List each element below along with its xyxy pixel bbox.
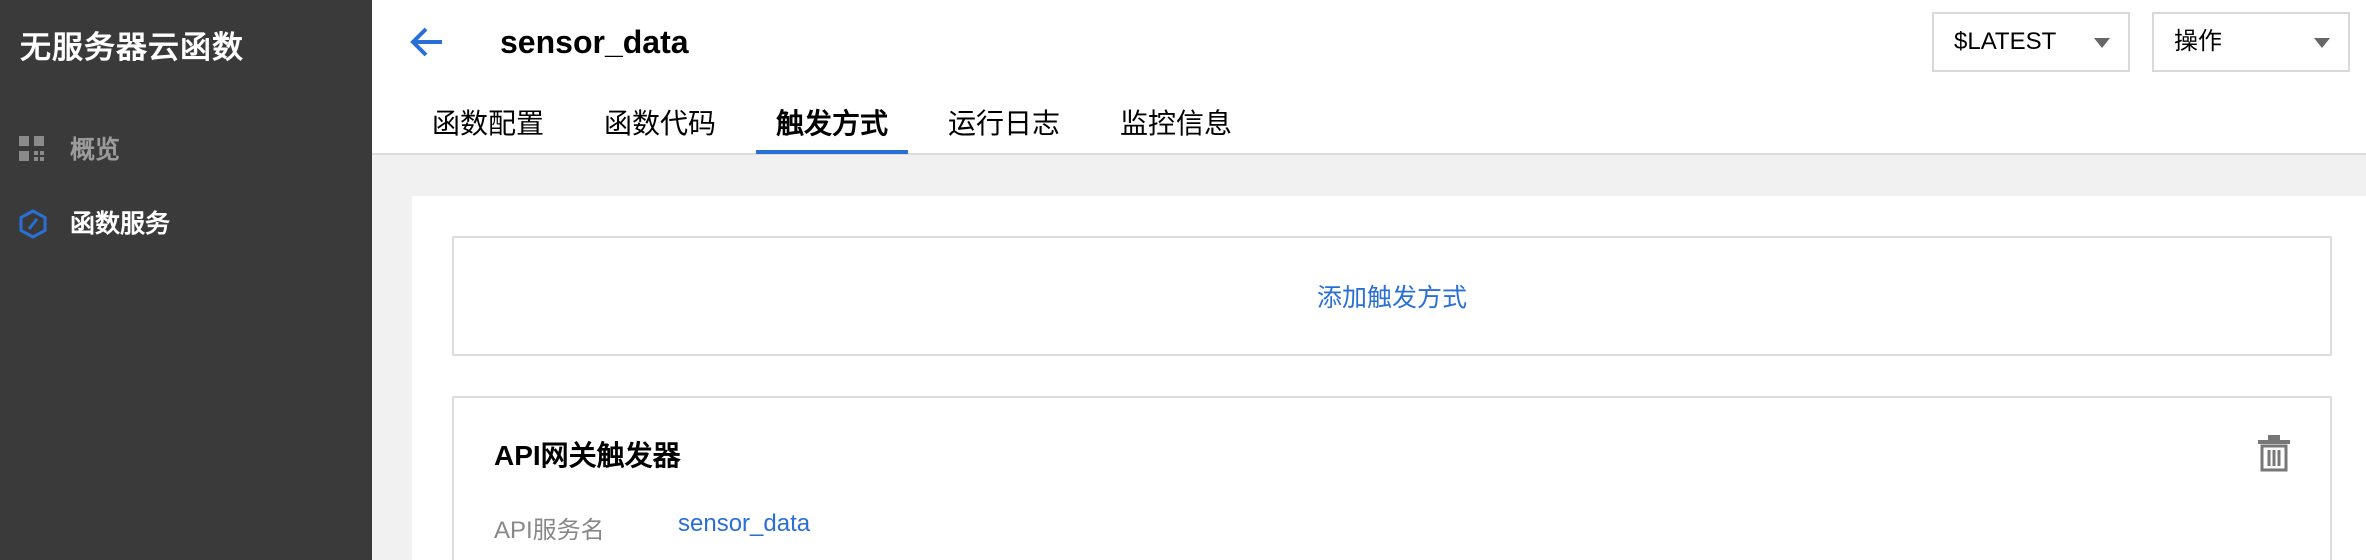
sidebar-item-function-service[interactable]: 函数服务	[0, 192, 372, 252]
grid-icon	[18, 135, 46, 163]
sidebar-item-label: 函数服务	[70, 210, 171, 238]
page-header: sensor_data $LATEST 操作 函数配置 函数代码 触发方式 运行…	[372, 0, 2366, 155]
function-hexagon-icon	[18, 209, 47, 239]
back-arrow-icon[interactable]	[408, 22, 448, 62]
trigger-title: API网关触发器	[494, 440, 681, 471]
add-trigger-link[interactable]: 添加触发方式	[1317, 278, 1467, 314]
page-title: sensor_data	[500, 24, 689, 60]
action-select-value: 操作	[2174, 28, 2222, 55]
api-service-name-link[interactable]: sensor_data	[678, 510, 810, 538]
tab-function-code[interactable]: 函数代码	[604, 102, 716, 160]
tab-run-log[interactable]: 运行日志	[948, 102, 1060, 160]
version-select-value: $LATEST	[1954, 28, 2057, 55]
trash-icon[interactable]	[2256, 434, 2292, 472]
trigger-card: API网关触发器 API服务名 sensor_data	[452, 396, 2332, 560]
active-tab-indicator	[756, 150, 908, 154]
app-title: 无服务器云函数	[20, 30, 244, 65]
caret-down-icon	[2314, 38, 2330, 48]
sidebar-item-overview[interactable]: 概览	[0, 118, 372, 178]
action-select[interactable]: 操作	[2152, 12, 2350, 72]
sidebar: 无服务器云函数 概览 函数服务	[0, 0, 372, 560]
caret-down-icon	[2094, 38, 2110, 48]
sidebar-item-label: 概览	[70, 136, 121, 164]
tab-monitoring[interactable]: 监控信息	[1120, 102, 1232, 160]
add-trigger-box: 添加触发方式	[452, 236, 2332, 356]
tab-function-config[interactable]: 函数配置	[432, 102, 544, 160]
api-service-name-label: API服务名	[494, 517, 605, 544]
version-select[interactable]: $LATEST	[1932, 12, 2130, 72]
